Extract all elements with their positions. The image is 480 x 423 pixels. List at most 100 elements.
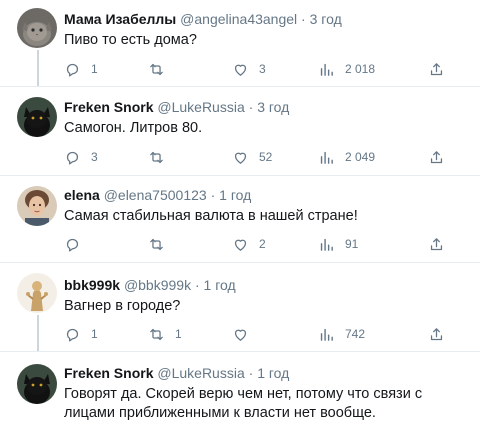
tweet[interactable]: elena @elena7500123 · 1 год Самая стабил… xyxy=(0,176,480,262)
reply-button[interactable] xyxy=(64,235,91,253)
retweet-button[interactable]: 1 xyxy=(148,325,182,343)
tweet-text: Пиво то есть дома? xyxy=(64,32,197,48)
user-handle[interactable]: @angelina43angel xyxy=(180,11,297,27)
reply-button[interactable]: 1 xyxy=(64,60,98,78)
views-icon xyxy=(320,328,333,341)
views-icon xyxy=(320,151,333,164)
tweet-actions: 1 1 742 xyxy=(64,325,454,343)
reply-icon xyxy=(66,63,79,77)
avatar[interactable] xyxy=(17,97,57,137)
like-button[interactable]: 3 xyxy=(232,60,266,78)
tweet-header: Freken Snork @LukeRussia · 1 год xyxy=(64,364,289,382)
share-button[interactable] xyxy=(428,60,445,78)
like-button[interactable]: 52 xyxy=(232,148,272,166)
display-name[interactable]: Мама Изабеллы xyxy=(64,11,176,27)
like-count: 52 xyxy=(259,150,273,164)
retweet-icon xyxy=(150,151,163,163)
retweet-button[interactable] xyxy=(148,148,175,166)
separator-dot: · xyxy=(194,277,200,293)
timestamp[interactable]: 3 год xyxy=(310,11,342,27)
display-name[interactable]: bbk999k xyxy=(64,277,120,293)
tweet-text: Говорят да. Скорей верю чем нет, потому … xyxy=(64,386,423,421)
tweet-text: Вагнер в городе? xyxy=(64,298,181,314)
reply-count: 3 xyxy=(91,150,98,164)
avatar[interactable] xyxy=(17,8,57,48)
tweet-header: elena @elena7500123 · 1 год xyxy=(64,186,251,204)
like-icon xyxy=(234,152,247,164)
avatar[interactable] xyxy=(17,364,57,404)
user-handle[interactable]: @elena7500123 xyxy=(104,187,207,203)
like-button[interactable]: 2 xyxy=(232,235,266,253)
display-name[interactable]: elena xyxy=(64,187,100,203)
share-button[interactable] xyxy=(428,325,445,343)
reply-icon xyxy=(66,151,79,165)
retweet-button[interactable] xyxy=(148,235,175,253)
tweet-actions: 2 91 xyxy=(64,235,454,253)
display-name[interactable]: Freken Snork xyxy=(64,365,153,381)
black-cat-avatar-icon xyxy=(17,364,57,404)
share-icon xyxy=(430,237,443,250)
separator-dot: · xyxy=(248,365,254,381)
reply-button[interactable]: 1 xyxy=(64,325,98,343)
reply-button[interactable]: 3 xyxy=(64,148,98,166)
cat-avatar-icon xyxy=(17,8,57,48)
thread-line xyxy=(37,315,39,352)
like-icon xyxy=(234,239,247,251)
views-icon xyxy=(320,63,333,76)
share-icon xyxy=(430,62,443,75)
views-icon xyxy=(320,238,333,251)
reply-icon xyxy=(66,238,79,252)
user-handle[interactable]: @bbk999k xyxy=(124,277,191,293)
share-button[interactable] xyxy=(428,235,445,253)
statue-avatar-icon xyxy=(17,273,57,313)
views-count: 91 xyxy=(345,237,359,251)
separator-dot: · xyxy=(210,187,216,203)
retweet-icon xyxy=(150,63,163,75)
tweet[interactable]: Freken Snork @LukeRussia · 1 год Говорят… xyxy=(0,352,480,423)
share-icon xyxy=(430,150,443,163)
views-count: 2 018 xyxy=(345,62,376,76)
views-count: 2 049 xyxy=(345,150,376,164)
tweet[interactable]: Мама Изабеллы @angelina43angel · 3 год П… xyxy=(0,0,480,87)
black-cat-avatar-icon xyxy=(17,97,57,137)
like-count: 3 xyxy=(259,62,266,76)
tweet-actions: 3 52 2 049 xyxy=(64,148,454,166)
views-button[interactable]: 2 049 xyxy=(318,148,375,166)
views-count: 742 xyxy=(345,327,366,341)
views-button[interactable]: 742 xyxy=(318,325,365,343)
like-icon xyxy=(234,64,247,76)
like-button[interactable] xyxy=(232,325,259,343)
thread-line xyxy=(37,50,39,87)
separator-dot: · xyxy=(248,99,254,115)
tweet[interactable]: bbk999k @bbk999k · 1 год Вагнер в городе… xyxy=(0,263,480,352)
reply-count: 1 xyxy=(91,62,98,76)
like-icon xyxy=(234,329,247,341)
tweet[interactable]: Freken Snork @LukeRussia · 3 год Самогон… xyxy=(0,87,480,175)
reply-icon xyxy=(66,328,79,342)
tweet-text: Самая стабильная валюта в нашей стране! xyxy=(64,208,358,224)
tweet-header: bbk999k @bbk999k · 1 год xyxy=(64,276,236,294)
portrait-avatar-icon xyxy=(17,186,57,226)
views-button[interactable]: 2 018 xyxy=(318,60,375,78)
user-handle[interactable]: @LukeRussia xyxy=(157,99,244,115)
timestamp[interactable]: 1 год xyxy=(257,365,289,381)
tweet-header: Freken Snork @LukeRussia · 3 год xyxy=(64,98,289,116)
share-icon xyxy=(430,327,443,340)
retweet-icon xyxy=(150,238,163,250)
retweet-icon xyxy=(150,328,163,340)
timestamp[interactable]: 1 год xyxy=(204,277,236,293)
tweet-actions: 1 3 2 018 xyxy=(64,60,454,78)
avatar[interactable] xyxy=(17,186,57,226)
views-button[interactable]: 91 xyxy=(318,235,358,253)
display-name[interactable]: Freken Snork xyxy=(64,99,153,115)
retweet-count: 1 xyxy=(175,327,182,341)
timestamp[interactable]: 1 год xyxy=(219,187,251,203)
avatar[interactable] xyxy=(17,273,57,313)
timestamp[interactable]: 3 год xyxy=(257,99,289,115)
retweet-button[interactable] xyxy=(148,60,175,78)
tweet-text: Самогон. Литров 80. xyxy=(64,120,203,136)
like-count: 2 xyxy=(259,237,266,251)
share-button[interactable] xyxy=(428,148,445,166)
tweet-header: Мама Изабеллы @angelina43angel · 3 год xyxy=(64,10,342,28)
user-handle[interactable]: @LukeRussia xyxy=(157,365,244,381)
